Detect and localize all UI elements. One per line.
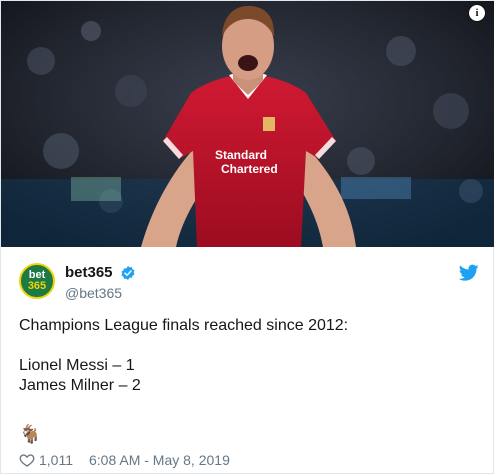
tweet-text-line: Lionel Messi – 1 (19, 357, 135, 374)
tweet-text: Champions League finals reached since 20… (19, 316, 479, 396)
author-display-name[interactable]: bet365 (65, 264, 113, 281)
twitter-bird-icon[interactable] (459, 264, 479, 282)
author-handle[interactable]: @bet365 (65, 285, 136, 301)
info-icon[interactable]: i (469, 5, 485, 21)
tweet-card: Standard Chartered i bet 365 bet365 @bet… (0, 0, 494, 474)
player-celebration-image: Standard Chartered (1, 1, 494, 247)
tweet-text-line: James Milner – 2 (19, 377, 141, 394)
tweet-footer: 1,011 6:08 AM - May 8, 2019 (19, 451, 230, 469)
tweet-text-line (19, 336, 479, 356)
tweet-text-line: Champions League finals reached since 20… (19, 317, 349, 334)
heart-icon[interactable] (19, 452, 35, 468)
like-count[interactable]: 1,011 (39, 452, 73, 468)
tweet-timestamp[interactable]: 6:08 AM - May 8, 2019 (89, 452, 230, 468)
verified-badge-icon (121, 265, 135, 280)
goat-emoji: 🐐 (19, 424, 42, 444)
jersey-sponsor-line1: Standard (215, 148, 267, 162)
avatar[interactable]: bet 365 (19, 263, 55, 299)
tweet-author-header: bet 365 bet365 @bet365 (19, 263, 479, 303)
author-names: bet365 @bet365 (65, 264, 136, 301)
avatar-text-bottom: 365 (27, 280, 47, 292)
jersey-sponsor-line2: Chartered (221, 162, 278, 176)
tweet-media-photo[interactable]: Standard Chartered i (1, 1, 494, 247)
